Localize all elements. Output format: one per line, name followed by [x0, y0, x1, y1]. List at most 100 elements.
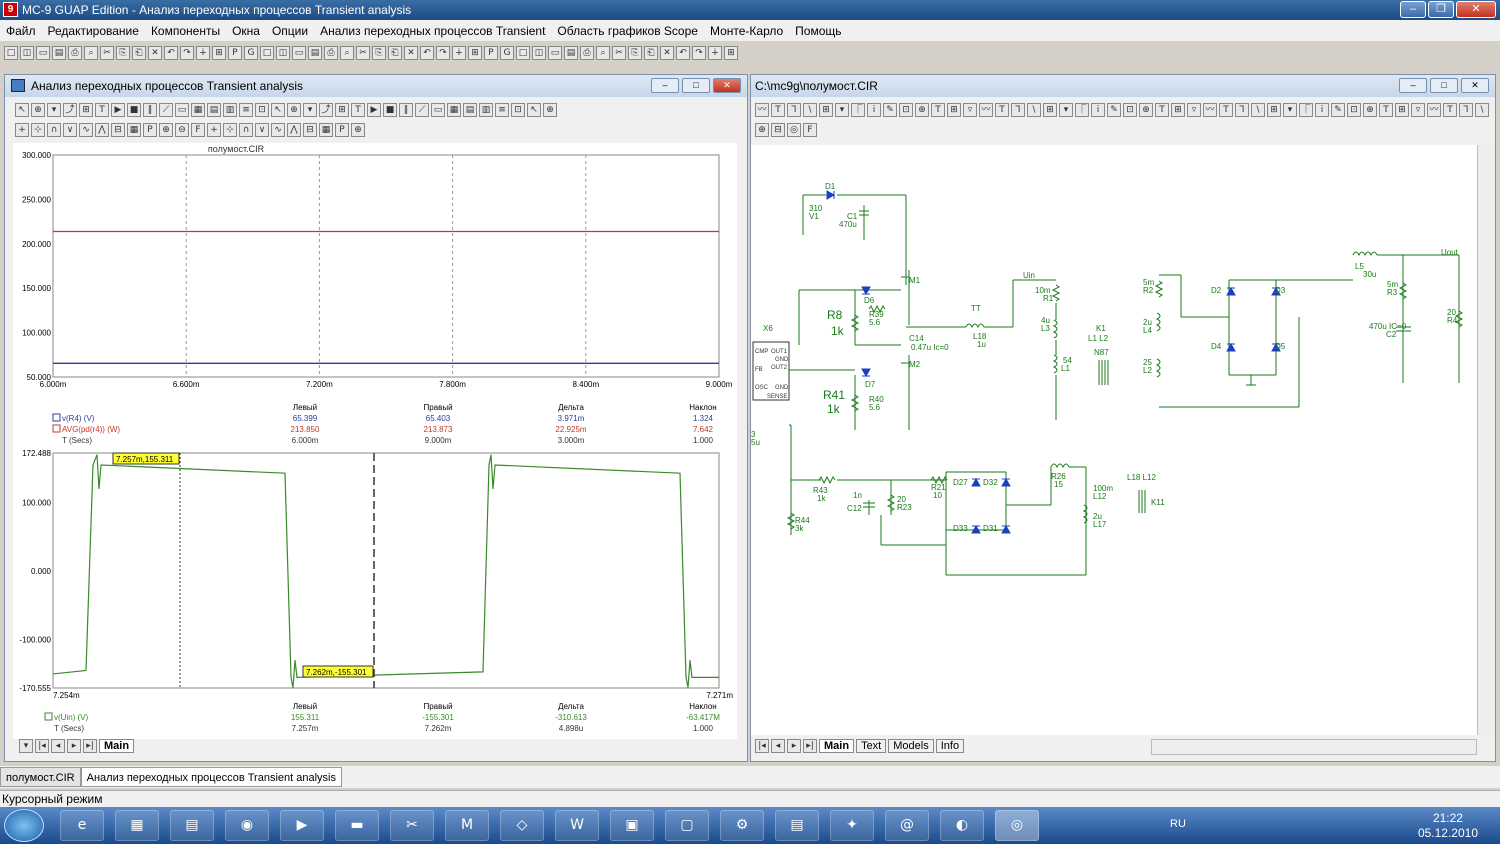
toolbar-button-icon[interactable]: ✎ — [883, 103, 897, 117]
toolbar-button-icon[interactable]: □ — [516, 46, 530, 60]
toolbar-button-icon[interactable]: ⊕ — [755, 123, 769, 137]
taskbar-app-icon[interactable]: ▣ — [610, 810, 654, 841]
close-button[interactable]: ✕ — [1456, 1, 1496, 18]
toolbar-button-icon[interactable]: ▿ — [1187, 103, 1201, 117]
toolbar-button-icon[interactable]: P — [143, 123, 157, 137]
stab-prev-icon[interactable]: ◂ — [771, 739, 785, 753]
toolbar-button-icon[interactable]: 〰 — [1203, 103, 1217, 117]
taskbar-app-icon[interactable]: @ — [885, 810, 929, 841]
toolbar-button-icon[interactable]: ∨ — [255, 123, 269, 137]
toolbar-button-icon[interactable]: ⊞ — [468, 46, 482, 60]
schematic-hscrollbar[interactable] — [1151, 739, 1477, 755]
taskbar-app-icon[interactable]: ⚙ — [720, 810, 764, 841]
toolbar-button-icon[interactable]: ✎ — [1331, 103, 1345, 117]
toolbar-button-icon[interactable]: ✕ — [404, 46, 418, 60]
menu-item-5[interactable]: Анализ переходных процессов Transient — [320, 24, 545, 38]
toolbar-button-icon[interactable]: ↖ — [15, 103, 29, 117]
schematic-vscrollbar[interactable] — [1477, 145, 1495, 735]
toolbar-button-icon[interactable]: ∔ — [196, 46, 210, 60]
toolbar-button-icon[interactable]: ⊟ — [111, 123, 125, 137]
toolbar-button-icon[interactable]: ■ — [127, 103, 141, 117]
toolbar-button-icon[interactable]: ⎾ — [1075, 103, 1089, 117]
tab-info[interactable]: Info — [935, 739, 965, 753]
toolbar-button-icon[interactable]: ⊞ — [1395, 103, 1409, 117]
taskbar-app-icon[interactable]: ▬ — [335, 810, 379, 841]
toolbar-button-icon[interactable]: ▿ — [1411, 103, 1425, 117]
toolbar-button-icon[interactable]: ∔ — [452, 46, 466, 60]
toolbar-button-icon[interactable]: ↷ — [180, 46, 194, 60]
toolbar-button-icon[interactable]: ⊞ — [79, 103, 93, 117]
schematic-canvas[interactable]: D1 310 V1 C1 470u M1 D6 R39 5.6 R8 1k C14 0.47u Ic=0… — [751, 145, 1477, 735]
toolbar-button-icon[interactable]: + — [207, 123, 221, 137]
toolbar-button-icon[interactable]: ⊕ — [1363, 103, 1377, 117]
toolbar-button-icon[interactable]: ⤴ — [319, 103, 333, 117]
toolbar-button-icon[interactable]: ∩ — [47, 123, 61, 137]
toolbar-button-icon[interactable]: ⅂ — [1235, 103, 1249, 117]
toolbar-button-icon[interactable]: ▭ — [431, 103, 445, 117]
toolbar-button-icon[interactable]: ▦ — [447, 103, 461, 117]
toolbar-button-icon[interactable]: ▾ — [1059, 103, 1073, 117]
toolbar-button-icon[interactable]: T — [1443, 103, 1457, 117]
stab-first-icon[interactable]: |◂ — [755, 739, 769, 753]
toolbar-button-icon[interactable]: ▶ — [367, 103, 381, 117]
toolbar-button-icon[interactable]: G — [244, 46, 258, 60]
toolbar-button-icon[interactable]: ∩ — [239, 123, 253, 137]
maximize-button[interactable]: ❐ — [1428, 1, 1454, 18]
toolbar-button-icon[interactable]: P — [228, 46, 242, 60]
language-indicator[interactable]: RU — [1170, 818, 1186, 830]
toolbar-button-icon[interactable]: ⟋ — [415, 103, 429, 117]
toolbar-button-icon[interactable]: ▾ — [835, 103, 849, 117]
toolbar-button-icon[interactable]: ↖ — [527, 103, 541, 117]
toolbar-button-icon[interactable]: ✎ — [1107, 103, 1121, 117]
toolbar-button-icon[interactable]: ▦ — [191, 103, 205, 117]
toolbar-button-icon[interactable]: ▶ — [111, 103, 125, 117]
toolbar-button-icon[interactable]: ⊞ — [212, 46, 226, 60]
toolbar-button-icon[interactable]: ⎘ — [372, 46, 386, 60]
toolbar-button-icon[interactable]: ⊕ — [287, 103, 301, 117]
taskbar-app-icon[interactable]: ◐ — [940, 810, 984, 841]
toolbar-button-icon[interactable]: ⊡ — [511, 103, 525, 117]
toolbar-button-icon[interactable]: ↶ — [676, 46, 690, 60]
taskbar-app-icon[interactable]: ▤ — [775, 810, 819, 841]
schematic-close-button[interactable]: ✕ — [1461, 78, 1489, 93]
toolbar-button-icon[interactable]: ⎙ — [324, 46, 338, 60]
tab-models[interactable]: Models — [888, 739, 934, 753]
toolbar-button-icon[interactable]: ▾ — [1283, 103, 1297, 117]
toolbar-button-icon[interactable]: ✂ — [356, 46, 370, 60]
toolbar-button-icon[interactable]: ⊕ — [915, 103, 929, 117]
toolbar-button-icon[interactable]: ◎ — [787, 123, 801, 137]
taskbar-app-icon[interactable]: ✦ — [830, 810, 874, 841]
taskbar-app-icon[interactable]: ◇ — [500, 810, 544, 841]
toolbar-button-icon[interactable]: ⤴ — [63, 103, 77, 117]
toolbar-button-icon[interactable]: ⊟ — [771, 123, 785, 137]
toolbar-button-icon[interactable]: ⋀ — [287, 123, 301, 137]
toolbar-button-icon[interactable]: ⊡ — [255, 103, 269, 117]
schematic-minimize-button[interactable]: – — [1399, 78, 1427, 93]
toolbar-button-icon[interactable]: ⎗ — [132, 46, 146, 60]
toolbar-button-icon[interactable]: ✂ — [612, 46, 626, 60]
toolbar-button-icon[interactable]: ▿ — [963, 103, 977, 117]
toolbar-button-icon[interactable]: T — [1219, 103, 1233, 117]
toolbar-button-icon[interactable]: 〰 — [755, 103, 769, 117]
toolbar-button-icon[interactable]: ⊹ — [31, 123, 45, 137]
stab-next-icon[interactable]: ▸ — [787, 739, 801, 753]
toolbar-button-icon[interactable]: i — [1315, 103, 1329, 117]
toolbar-button-icon[interactable]: ∿ — [79, 123, 93, 137]
analysis-minimize-button[interactable]: – — [651, 78, 679, 93]
toolbar-button-icon[interactable]: ⌕ — [84, 46, 98, 60]
menu-item-8[interactable]: Помощь — [795, 24, 841, 38]
toolbar-button-icon[interactable]: ⌕ — [596, 46, 610, 60]
taskbar-app-icon[interactable]: ✂ — [390, 810, 434, 841]
toolbar-button-icon[interactable]: □ — [260, 46, 274, 60]
taskbar-app-icon[interactable]: ▤ — [170, 810, 214, 841]
toolbar-button-icon[interactable]: ⊟ — [303, 123, 317, 137]
doc-tab-schematic[interactable]: полумост.CIR — [0, 767, 81, 787]
toolbar-button-icon[interactable]: ≡ — [239, 103, 253, 117]
toolbar-button-icon[interactable]: ∨ — [63, 123, 77, 137]
tab-main[interactable]: Main — [99, 739, 135, 753]
toolbar-button-icon[interactable]: ⅂ — [1011, 103, 1025, 117]
toolbar-button-icon[interactable]: ▾ — [47, 103, 61, 117]
toolbar-button-icon[interactable]: ⊡ — [1123, 103, 1137, 117]
toolbar-button-icon[interactable]: ↷ — [436, 46, 450, 60]
menu-item-3[interactable]: Окна — [232, 24, 260, 38]
